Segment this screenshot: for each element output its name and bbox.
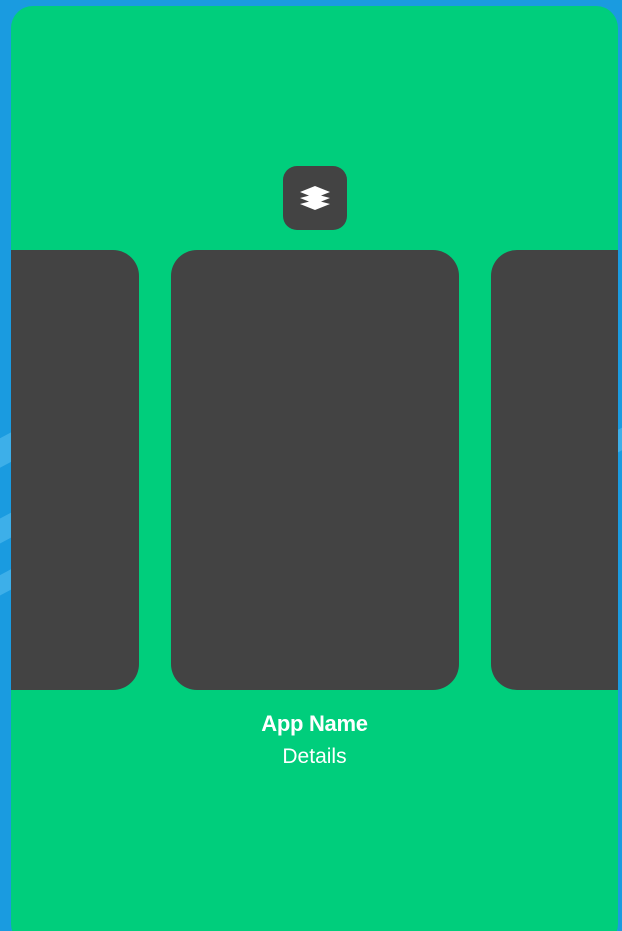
app-icon[interactable]	[283, 166, 347, 230]
carousel-card-next[interactable]	[491, 250, 618, 690]
carousel-card-previous[interactable]	[11, 250, 139, 690]
app-panel: App Name Details	[11, 6, 618, 931]
layers-icon	[300, 186, 330, 210]
app-details: Details	[282, 745, 347, 768]
carousel-card-current[interactable]	[171, 250, 459, 690]
app-name: App Name	[261, 711, 368, 736]
